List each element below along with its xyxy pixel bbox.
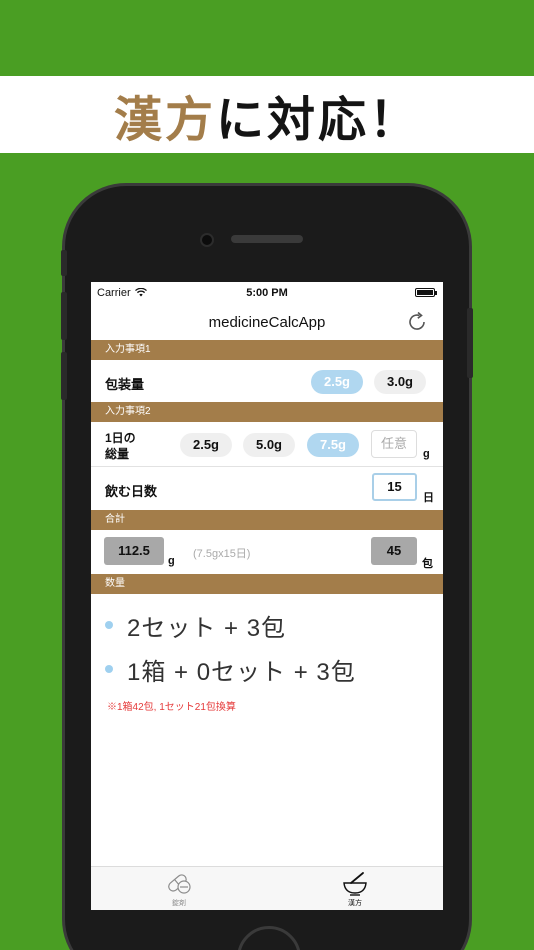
package-option-3-0g[interactable]: 3.0g [374,370,426,394]
banner-accent-text: 漢方 [113,91,216,148]
tab-kampo-label: 漢方 [348,900,362,907]
package-option-2-5g[interactable]: 2.5g [311,370,363,394]
app-title: medicineCalcApp [208,314,326,331]
nav-bar: medicineCalcApp [91,304,443,340]
bullet-dot-icon [105,621,113,629]
volume-up-button [61,292,67,340]
days-input[interactable]: 15 [372,473,417,501]
promo-banner: 漢方 に対応！ [0,76,534,153]
total-formula: (7.5gx15日) [193,548,251,560]
row-divider [91,466,443,467]
status-bar: Carrier 5:00 PM [91,282,443,304]
quantity-sets-text: 2セット + 3包 [127,614,287,642]
section-header-input1: 入力事項1 [91,340,443,360]
banner-text: に対応！ [216,91,421,148]
days-unit: 日 [423,492,434,504]
tab-bar: 錠剤 漢方 [91,866,443,910]
section-header-quantity: 数量 [91,574,443,594]
quantity-result-sets: 2セット + 3包 [105,610,287,642]
tab-kampo[interactable]: 漢方 [267,867,443,910]
tab-tablet[interactable]: 錠剤 [91,867,267,910]
total-grams-value: 112.5 [104,537,164,565]
daily-custom-input[interactable]: 任意 [371,430,417,458]
conversion-note: ※1箱42包, 1セット21包換算 [107,702,236,713]
status-time: 5:00 PM [246,287,288,299]
home-button [237,926,301,950]
total-packs-unit: 包 [422,558,433,570]
battery-icon [415,288,437,297]
days-label: 飲む日数 [105,484,158,499]
daily-total-label: 1日の 総量 [105,430,136,462]
pill-icon [168,874,191,894]
daily-total-label-line1: 1日の [105,431,136,445]
total-grams-unit: g [168,555,175,567]
mortar-icon [343,872,367,896]
quantity-boxes-text: 1箱 + 0セット + 3包 [127,658,356,686]
app-screen: Carrier 5:00 PM medicineCalcApp 入力事項1 包装… [91,282,443,910]
section-header-input2: 入力事項2 [91,402,443,422]
speaker-grille [231,235,303,243]
power-button [467,308,473,378]
daily-option-7-5g[interactable]: 7.5g [307,433,359,457]
tab-tablet-label: 錠剤 [172,900,186,907]
daily-option-5-0g[interactable]: 5.0g [243,433,295,457]
volume-down-button [61,352,67,400]
refresh-icon[interactable] [405,310,429,334]
daily-unit: g [423,448,430,460]
camera-icon [200,233,214,247]
bullet-dot-icon [105,665,113,673]
mute-switch [61,250,67,276]
daily-option-2-5g[interactable]: 2.5g [180,433,232,457]
total-packs-value: 45 [371,537,417,565]
quantity-result-boxes: 1箱 + 0セット + 3包 [105,654,356,686]
daily-total-label-line2: 総量 [105,447,130,461]
section-header-total: 合計 [91,510,443,530]
package-label: 包装量 [105,377,145,392]
